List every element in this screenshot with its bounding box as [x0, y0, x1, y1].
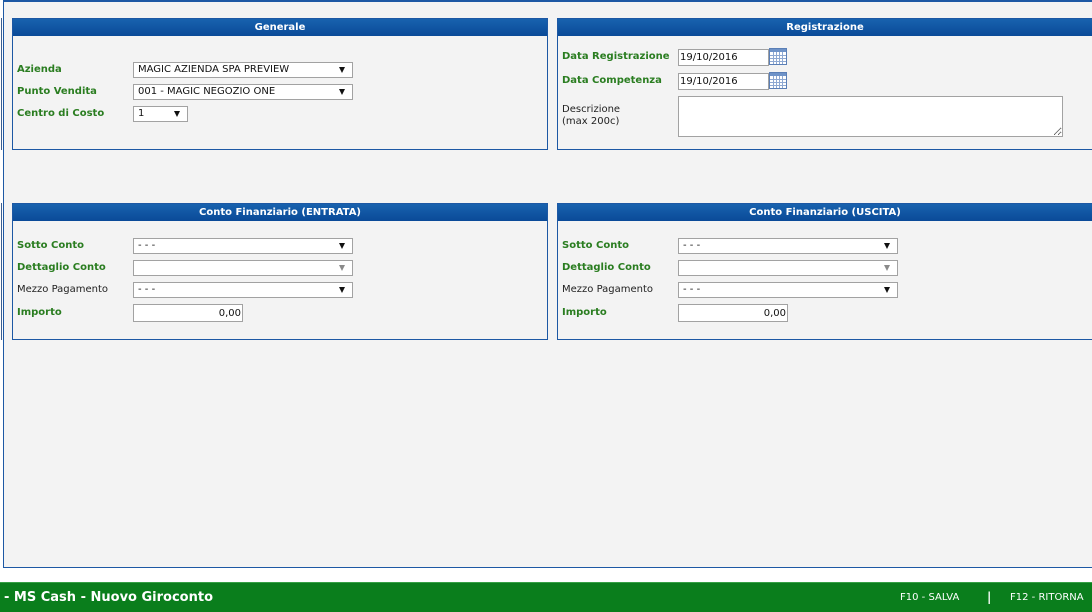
sotto-conto-select[interactable]: - - -: [678, 238, 898, 254]
back-button[interactable]: F12 - RITORNA: [1010, 583, 1084, 612]
form-area: Generale Azienda MAGIC AZIENDA SPA PREVI…: [3, 0, 1092, 568]
importo-label: Importo: [17, 307, 62, 318]
mezzo-pagamento-label: Mezzo Pagamento: [17, 284, 109, 295]
descrizione-label: Descrizione (max 200c): [562, 104, 620, 128]
dropdown-arrow-icon: [884, 243, 890, 249]
descrizione-textarea[interactable]: [678, 96, 1063, 137]
mezzo-pagamento-select-value: - - -: [138, 284, 156, 295]
dettaglio-conto-label: Dettaglio Conto: [17, 262, 106, 273]
azienda-label: Azienda: [17, 64, 62, 75]
sotto-conto-select[interactable]: - - -: [133, 238, 353, 254]
sotto-conto-select-value: - - -: [683, 240, 701, 251]
dropdown-arrow-icon: [339, 67, 345, 73]
dropdown-arrow-icon: [884, 287, 890, 293]
panel-registrazione: Registrazione Data Registrazione Data Co…: [557, 18, 1092, 150]
dropdown-arrow-icon: [339, 89, 345, 95]
dettaglio-conto-select[interactable]: [678, 260, 898, 276]
azienda-select[interactable]: MAGIC AZIENDA SPA PREVIEW: [133, 62, 353, 78]
descrizione-label-text: Descrizione: [562, 104, 621, 115]
azienda-select-value: MAGIC AZIENDA SPA PREVIEW: [138, 64, 290, 75]
data-registrazione-label: Data Registrazione: [562, 51, 670, 62]
data-competenza-label: Data Competenza: [562, 75, 662, 86]
panel-conto-entrata: Conto Finanziario (ENTRATA) Sotto Conto …: [12, 203, 548, 340]
offscreen-panel-edge: [1, 18, 2, 150]
importo-label: Importo: [562, 307, 607, 318]
mezzo-pagamento-select-value: - - -: [683, 284, 701, 295]
centro-di-costo-select-value: 1: [138, 108, 145, 119]
sotto-conto-label: Sotto Conto: [17, 240, 84, 251]
punto-vendita-select-value: 001 - MAGIC NEGOZIO ONE: [138, 86, 276, 97]
centro-di-costo-label: Centro di Costo: [17, 108, 105, 119]
mezzo-pagamento-select[interactable]: - - -: [133, 282, 353, 298]
save-button[interactable]: F10 - SALVA: [900, 583, 959, 612]
dropdown-arrow-icon: [339, 265, 345, 271]
dettaglio-conto-select[interactable]: [133, 260, 353, 276]
sotto-conto-select-value: - - -: [138, 240, 156, 251]
dropdown-arrow-icon: [174, 111, 180, 117]
action-separator: |: [987, 590, 992, 604]
centro-di-costo-select[interactable]: 1: [133, 106, 188, 122]
offscreen-panel-edge: [1, 203, 2, 340]
panel-conto-uscita: Conto Finanziario (USCITA) Sotto Conto -…: [557, 203, 1092, 340]
calendar-icon[interactable]: [769, 48, 787, 65]
page-title: - MS Cash - Nuovo Giroconto: [4, 590, 214, 605]
dropdown-arrow-icon: [339, 287, 345, 293]
sotto-conto-label: Sotto Conto: [562, 240, 629, 251]
dettaglio-conto-label: Dettaglio Conto: [562, 262, 651, 273]
dropdown-arrow-icon: [339, 243, 345, 249]
panel-generale-title: Generale: [13, 19, 547, 36]
calendar-icon[interactable]: [769, 72, 787, 89]
data-registrazione-input[interactable]: [678, 49, 769, 66]
mezzo-pagamento-label: Mezzo Pagamento: [562, 284, 654, 295]
panel-generale: Generale Azienda MAGIC AZIENDA SPA PREVI…: [12, 18, 548, 150]
panel-conto-uscita-title: Conto Finanziario (USCITA): [558, 204, 1092, 221]
data-competenza-input[interactable]: [678, 73, 769, 90]
status-bar: - MS Cash - Nuovo Giroconto F10 - SALVA …: [0, 582, 1092, 612]
punto-vendita-label: Punto Vendita: [17, 86, 97, 97]
punto-vendita-select[interactable]: 001 - MAGIC NEGOZIO ONE: [133, 84, 353, 100]
importo-input[interactable]: [133, 304, 243, 322]
importo-input[interactable]: [678, 304, 788, 322]
panel-conto-entrata-title: Conto Finanziario (ENTRATA): [13, 204, 547, 221]
panel-registrazione-title: Registrazione: [558, 19, 1092, 36]
descrizione-max-length-hint: (max 200c): [562, 116, 620, 127]
mezzo-pagamento-select[interactable]: - - -: [678, 282, 898, 298]
dropdown-arrow-icon: [884, 265, 890, 271]
